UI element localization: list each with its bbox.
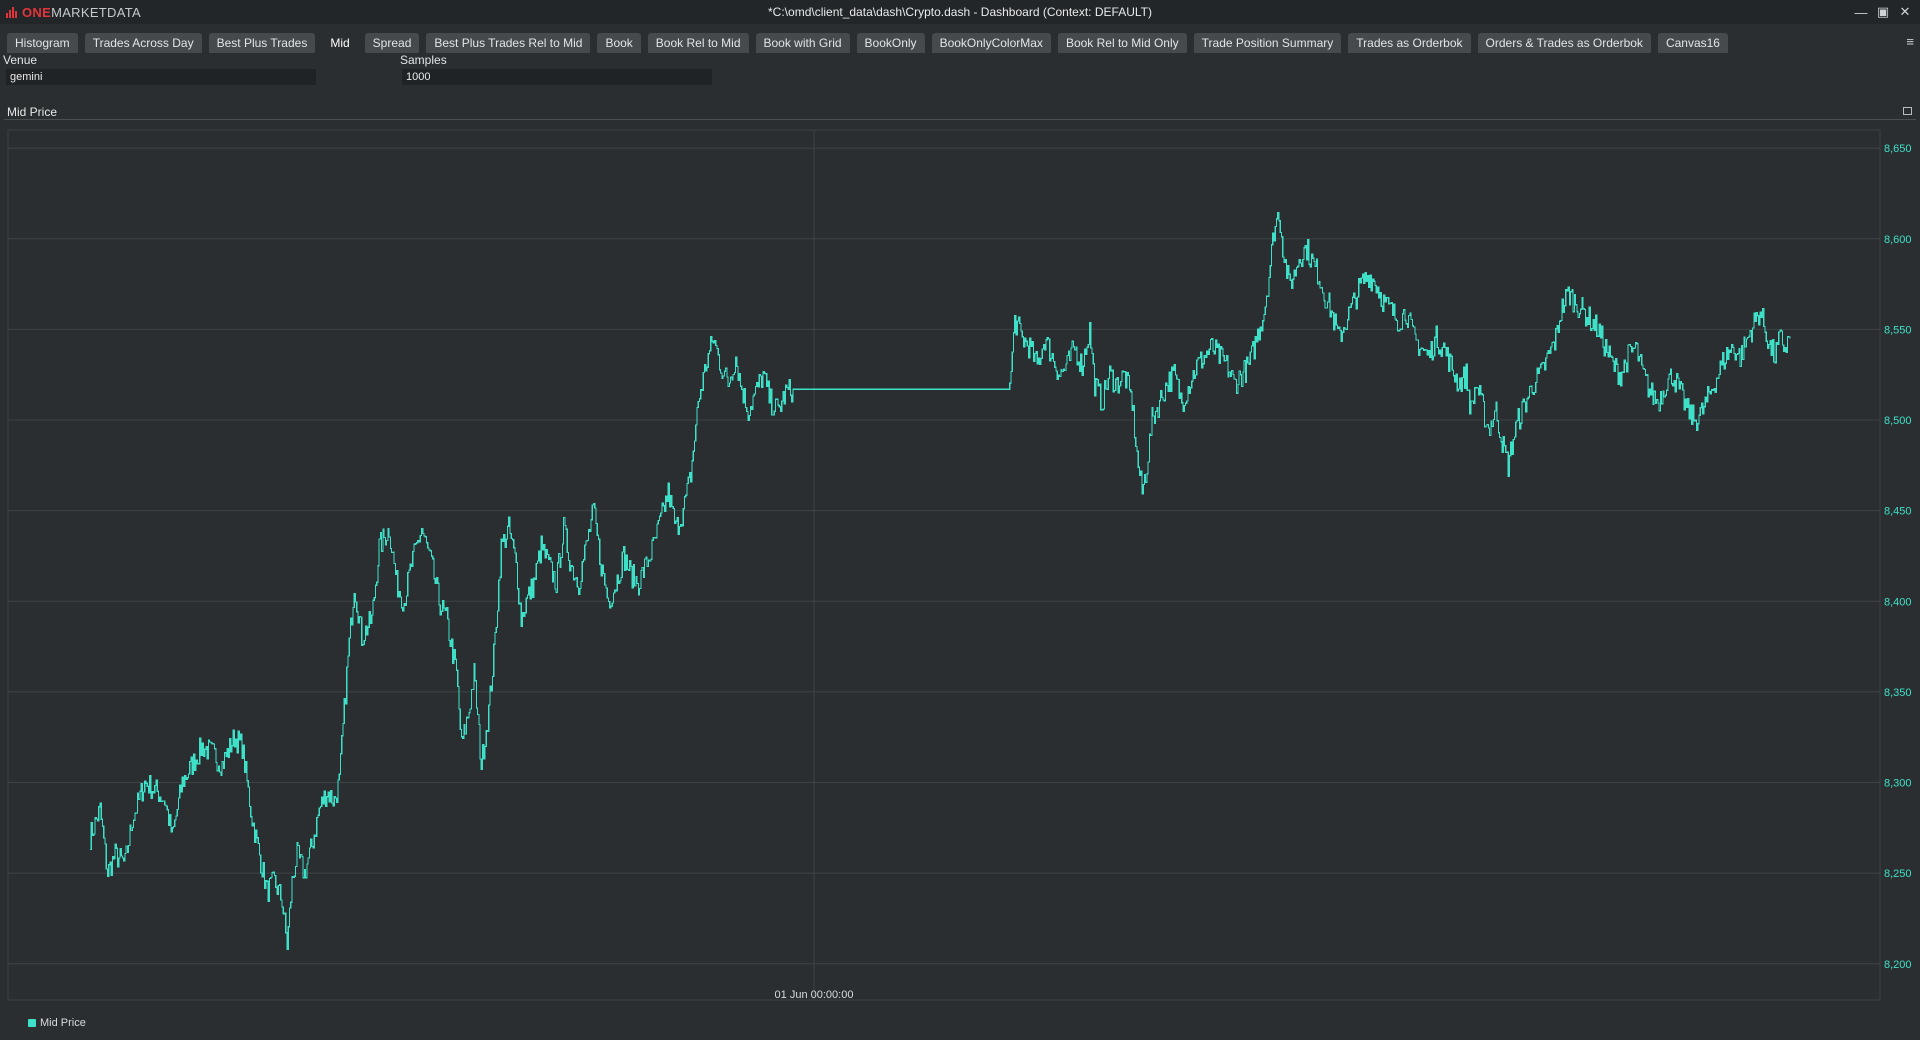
legend-swatch	[28, 1019, 36, 1027]
tab-book[interactable]: Book	[597, 33, 641, 53]
legend-label-mid-price: Mid Price	[40, 1017, 86, 1029]
tab-spread[interactable]: Spread	[364, 33, 420, 53]
series-line-mid-price	[90, 212, 1791, 950]
window-title: *C:\omd\client_data\dash\Crypto.dash - D…	[768, 5, 1152, 19]
tab-best-plus-trades[interactable]: Best Plus Trades	[208, 33, 316, 53]
y-tick-label: 8,500	[1884, 415, 1912, 427]
y-tick-label: 8,650	[1884, 143, 1912, 155]
x-tick-label: 01 Jun 00:00:00	[775, 989, 854, 1001]
y-tick-label: 8,250	[1884, 868, 1912, 880]
window-controls: — ▣ ✕	[1850, 2, 1916, 22]
tab-bookonlycolormax[interactable]: BookOnlyColorMax	[931, 33, 1051, 53]
tab-canvas16[interactable]: Canvas16	[1657, 33, 1728, 53]
tab-bar: Histogram Trades Across Day Best Plus Trad…	[0, 32, 1907, 54]
tab-best-plus-trades-rel-to-mid[interactable]: Best Plus Trades Rel to Mid	[426, 33, 591, 53]
y-tick-label: 8,450	[1884, 506, 1912, 518]
venue-field[interactable]: gemini	[6, 69, 316, 85]
dashboard-window: ONE MARKETDATA *C:\omd\client_data\dash\…	[0, 0, 1920, 1040]
y-tick-label: 8,550	[1884, 324, 1912, 336]
samples-field[interactable]: 1000	[402, 69, 712, 85]
tab-menu-icon[interactable]: ≡	[1906, 34, 1914, 49]
venue-label: Venue	[3, 53, 38, 67]
samples-label: Samples	[400, 53, 447, 67]
y-tick-label: 8,200	[1884, 959, 1912, 971]
tab-book-rel-to-mid-only[interactable]: Book Rel to Mid Only	[1057, 33, 1187, 53]
tab-trades-as-orderbok[interactable]: Trades as Orderbok	[1348, 33, 1471, 53]
tab-bookonly[interactable]: BookOnly	[856, 33, 925, 53]
tab-mid[interactable]: Mid	[322, 33, 358, 53]
minimize-button[interactable]: —	[1850, 2, 1872, 22]
title-bar: ONE MARKETDATA *C:\omd\client_data\dash\…	[0, 0, 1920, 24]
panel-title: Mid Price	[7, 105, 58, 119]
tab-orders-trades-as-orderbok[interactable]: Orders & Trades as Orderbok	[1477, 33, 1651, 53]
y-tick-label: 8,400	[1884, 596, 1912, 608]
tab-book-rel-to-mid[interactable]: Book Rel to Mid	[647, 33, 749, 53]
tab-trades-across-day[interactable]: Trades Across Day	[84, 33, 202, 53]
panel-maximize-icon[interactable]	[1903, 107, 1912, 115]
tab-book-with-grid[interactable]: Book with Grid	[755, 33, 850, 53]
y-tick-label: 8,350	[1884, 687, 1912, 699]
tab-histogram[interactable]: Histogram	[7, 33, 78, 53]
close-button[interactable]: ✕	[1894, 2, 1916, 22]
y-tick-label: 8,600	[1884, 234, 1912, 246]
mid-price-chart[interactable]: 8,650 8,600 8,550 8,500 8,450 8,400 8,350 8,300…	[0, 120, 1920, 1015]
chart-legend[interactable]: Mid Price	[28, 1017, 86, 1029]
y-tick-label: 8,300	[1884, 778, 1912, 790]
plot-frame	[7, 129, 1881, 1001]
maximize-button[interactable]: ▣	[1872, 2, 1894, 22]
tab-trade-position-summary[interactable]: Trade Position Summary	[1193, 33, 1342, 53]
